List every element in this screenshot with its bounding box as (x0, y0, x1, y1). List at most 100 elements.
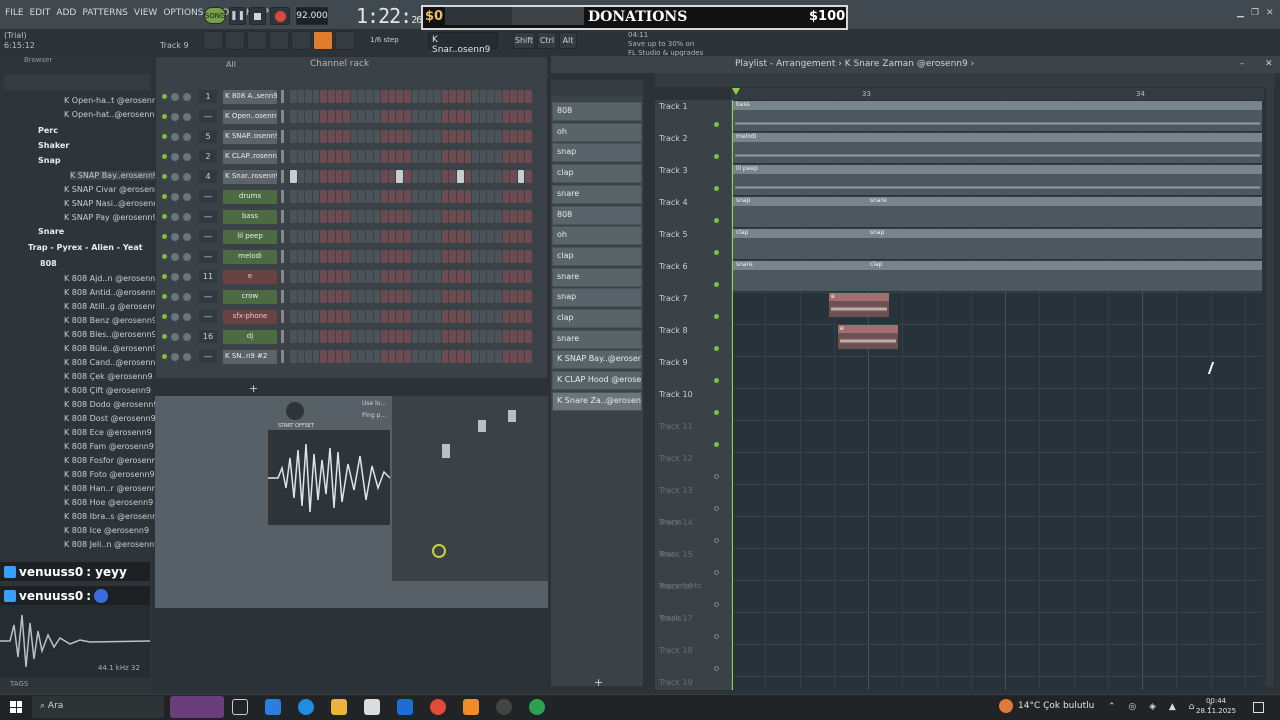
step-button[interactable] (365, 230, 373, 243)
pan-knob[interactable] (171, 92, 179, 101)
picker-item[interactable]: 808 (552, 205, 642, 225)
step-button[interactable] (472, 210, 479, 223)
track-mute-led[interactable] (714, 538, 719, 543)
volume-knob[interactable] (183, 92, 191, 101)
step-button[interactable] (335, 170, 343, 183)
step-button[interactable] (411, 250, 419, 263)
mute-led[interactable] (162, 354, 167, 359)
step-button[interactable] (479, 110, 487, 123)
step-button[interactable] (358, 130, 365, 143)
step-button[interactable] (365, 270, 373, 283)
channel-row[interactable]: — drums (160, 188, 545, 205)
step-button[interactable] (525, 310, 532, 323)
step-button[interactable] (388, 350, 396, 363)
step-button[interactable] (487, 230, 495, 243)
track-mute-led[interactable] (714, 122, 719, 127)
step-button[interactable] (426, 250, 434, 263)
step-button[interactable] (479, 270, 487, 283)
volume-knob[interactable] (183, 192, 191, 201)
selector-bar[interactable] (281, 90, 284, 103)
menu-file[interactable]: FILE (4, 8, 25, 18)
step-button[interactable] (434, 310, 441, 323)
browser-file[interactable]: K SNAP Pay @erosenn9 (64, 213, 158, 222)
step-button[interactable] (419, 270, 426, 283)
step-button[interactable] (487, 350, 495, 363)
step-button[interactable] (373, 210, 381, 223)
playlist-clip[interactable]: bass (733, 101, 1262, 131)
selector-bar[interactable] (281, 330, 284, 343)
step-button[interactable] (487, 290, 495, 303)
mute-led[interactable] (162, 134, 167, 139)
step-button[interactable] (350, 290, 358, 303)
step-button[interactable] (441, 290, 449, 303)
selector-bar[interactable] (281, 250, 284, 263)
browser-file[interactable]: K 808 Benz @erosenn9 (64, 316, 157, 325)
step-button[interactable] (312, 150, 320, 163)
mixer-track-number[interactable]: — (199, 250, 217, 263)
selector-bar[interactable] (281, 150, 284, 163)
step-button[interactable] (320, 270, 327, 283)
step-button[interactable] (290, 110, 297, 123)
step-button[interactable] (320, 290, 327, 303)
step-button[interactable] (434, 350, 441, 363)
minimize-icon[interactable]: ▁ (1237, 8, 1247, 18)
track-name[interactable]: Track 13 (659, 486, 693, 495)
mute-led[interactable] (162, 294, 167, 299)
step-button[interactable] (449, 250, 457, 263)
step-button[interactable] (510, 290, 517, 303)
step-button[interactable] (434, 90, 441, 103)
step-button[interactable] (502, 150, 510, 163)
track-mute-led[interactable] (714, 570, 719, 575)
step-button[interactable] (396, 350, 403, 363)
step-button[interactable] (449, 350, 457, 363)
playlist-clip[interactable]: snap (733, 197, 867, 227)
track-name[interactable]: Track 11 (659, 422, 693, 431)
step-button[interactable] (320, 310, 327, 323)
step-button[interactable] (305, 270, 312, 283)
channel-row[interactable]: — K SN..n9 #2 (160, 348, 545, 365)
step-button[interactable] (464, 170, 472, 183)
step-button[interactable] (403, 110, 411, 123)
browser-file[interactable]: K 808 Ece @erosenn9 (64, 428, 152, 437)
chrome-icon[interactable] (430, 699, 446, 715)
step-button[interactable] (327, 330, 335, 343)
step-button[interactable] (358, 250, 365, 263)
step-button[interactable] (510, 310, 517, 323)
step-button[interactable] (388, 210, 396, 223)
browser-file[interactable]: K Open-hat..@erosenn9 (64, 110, 160, 119)
step-button[interactable] (464, 270, 472, 283)
step-button[interactable] (297, 330, 305, 343)
step-button[interactable] (502, 310, 510, 323)
step-button[interactable] (365, 250, 373, 263)
picker-item[interactable]: clap (552, 246, 642, 266)
step-button[interactable] (373, 170, 381, 183)
step-button[interactable] (327, 210, 335, 223)
volume-knob[interactable] (183, 312, 191, 321)
step-button[interactable] (479, 130, 487, 143)
step-button[interactable] (449, 230, 457, 243)
step-button[interactable] (403, 170, 411, 183)
step-button[interactable] (373, 270, 381, 283)
step-button[interactable] (312, 250, 320, 263)
browser-file[interactable]: K 808 Ibra..s @erosenn9 (64, 512, 162, 521)
step-button[interactable] (495, 110, 502, 123)
step-button[interactable] (343, 350, 350, 363)
mixer-track-number[interactable]: — (199, 350, 217, 363)
step-button[interactable] (297, 190, 305, 203)
step-button[interactable] (441, 270, 449, 283)
step-button[interactable] (510, 210, 517, 223)
selector-bar[interactable] (281, 350, 284, 363)
step-button[interactable] (312, 90, 320, 103)
step-button[interactable] (358, 90, 365, 103)
browser-file[interactable]: K 808 Antid..@erosenn9 (64, 288, 161, 297)
step-button[interactable] (365, 130, 373, 143)
step-button[interactable] (441, 90, 449, 103)
restore-icon[interactable]: ❐ (1251, 8, 1261, 18)
step-button[interactable] (290, 150, 297, 163)
picker-item[interactable]: snap (552, 143, 642, 163)
step-button[interactable] (365, 170, 373, 183)
step-button[interactable] (411, 90, 419, 103)
browser-file[interactable]: K 808 Cand..@erosenn9 (64, 358, 161, 367)
step-button[interactable] (495, 170, 502, 183)
step-button[interactable] (495, 150, 502, 163)
